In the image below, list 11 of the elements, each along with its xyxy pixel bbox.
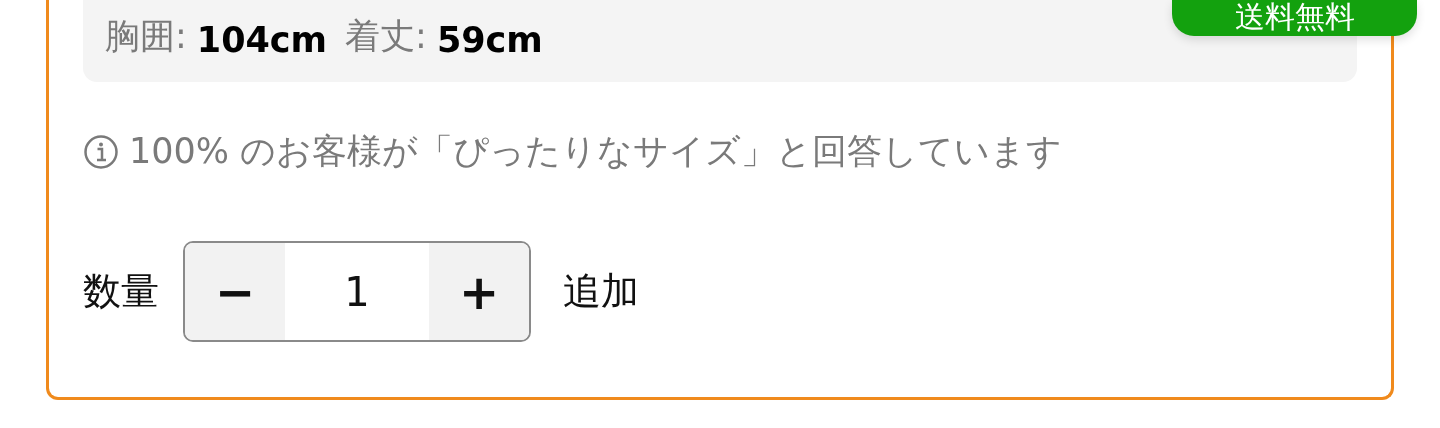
measurement-label: 着丈: — [345, 15, 427, 58]
free-shipping-badge: 送料無料 — [1172, 0, 1417, 36]
measurement-label: 胸囲: — [105, 15, 187, 58]
add-link[interactable]: 追加 — [563, 266, 639, 317]
increase-button[interactable]: + — [429, 243, 529, 340]
measurement-value: 104cm — [196, 20, 328, 60]
fit-note: 100% のお客様が「ぴったりなサイズ」と回答しています — [129, 130, 1063, 173]
decrease-button[interactable]: − — [185, 243, 285, 340]
measurement-value: 59cm — [436, 20, 543, 60]
info-icon — [83, 133, 119, 170]
quantity-label: 数量 — [83, 268, 159, 315]
